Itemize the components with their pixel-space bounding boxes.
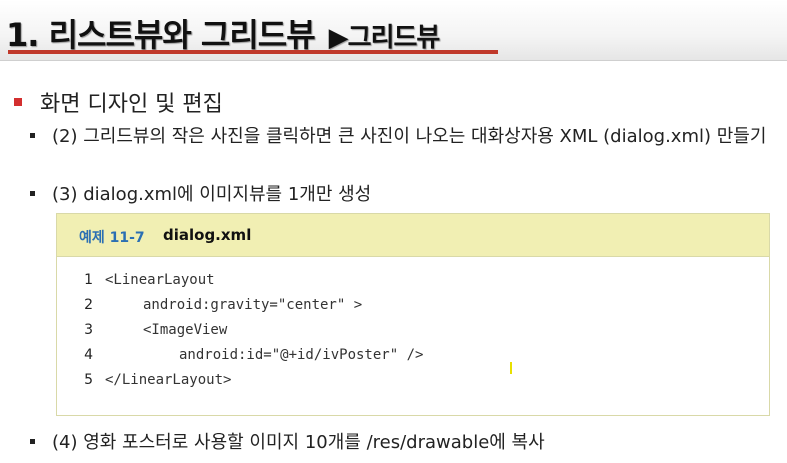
bullet-text: (2) 그리드뷰의 작은 사진을 클릭하면 큰 사진이 나오는 대화상자용 XM… [52, 126, 767, 147]
line-number: 4 [84, 347, 93, 363]
example-filename: dialog.xml [163, 226, 252, 244]
code-example-header: 예제 11-7 dialog.xml [57, 214, 769, 257]
code-line: 3 <ImageView [57, 322, 769, 347]
line-number: 2 [84, 297, 93, 313]
code-line: 4 android:id="@+id/ivPoster" /> [57, 347, 769, 372]
code-text: <ImageView [143, 322, 228, 338]
section-heading-text: 화면 디자인 및 편집 [40, 92, 223, 117]
code-line: 5 </LinearLayout> [57, 372, 769, 397]
example-label: 예제 11-7 [79, 230, 145, 246]
code-line: 2 android:gravity="center" > [57, 297, 769, 322]
bullet-item: (3) dialog.xml에 이미지뷰를 1개만 생성 [30, 182, 770, 207]
title-sub: ▶그리드뷰 [328, 23, 441, 53]
line-number: 1 [84, 272, 93, 288]
line-number: 3 [84, 322, 93, 338]
title-underline [8, 50, 498, 54]
text-cursor [510, 362, 512, 374]
bullet-text: (3) dialog.xml에 이미지뷰를 1개만 생성 [52, 184, 372, 205]
code-lines: 1 <LinearLayout 2 android:gravity="cente… [57, 272, 769, 397]
bullet-dot-icon [30, 439, 35, 444]
title-bar: 1. 리스트뷰와 그리드뷰 ▶그리드뷰 [0, 0, 787, 61]
line-number: 5 [84, 372, 93, 388]
code-text: android:id="@+id/ivPoster" /> [179, 347, 424, 363]
section-heading: 화면 디자인 및 편집 [14, 86, 223, 118]
bullet-dot-icon [30, 133, 35, 138]
bullet-dot-icon [30, 191, 35, 196]
code-text: android:gravity="center" > [143, 297, 363, 313]
bullet-square-icon [14, 98, 22, 106]
code-line: 1 <LinearLayout [57, 272, 769, 297]
code-example-box: 예제 11-7 dialog.xml 1 <LinearLayout 2 and… [56, 213, 770, 416]
code-text: </LinearLayout> [105, 372, 232, 388]
bullet-item: (2) 그리드뷰의 작은 사진을 클릭하면 큰 사진이 나오는 대화상자용 XM… [30, 124, 770, 149]
title-main: 1. 리스트뷰와 그리드뷰 [6, 16, 316, 54]
bullet-text: (4) 영화 포스터로 사용할 이미지 10개를 /res/drawable에 … [52, 432, 545, 453]
code-text: <LinearLayout [105, 272, 215, 288]
bullet-item: (4) 영화 포스터로 사용할 이미지 10개를 /res/drawable에 … [30, 430, 770, 455]
